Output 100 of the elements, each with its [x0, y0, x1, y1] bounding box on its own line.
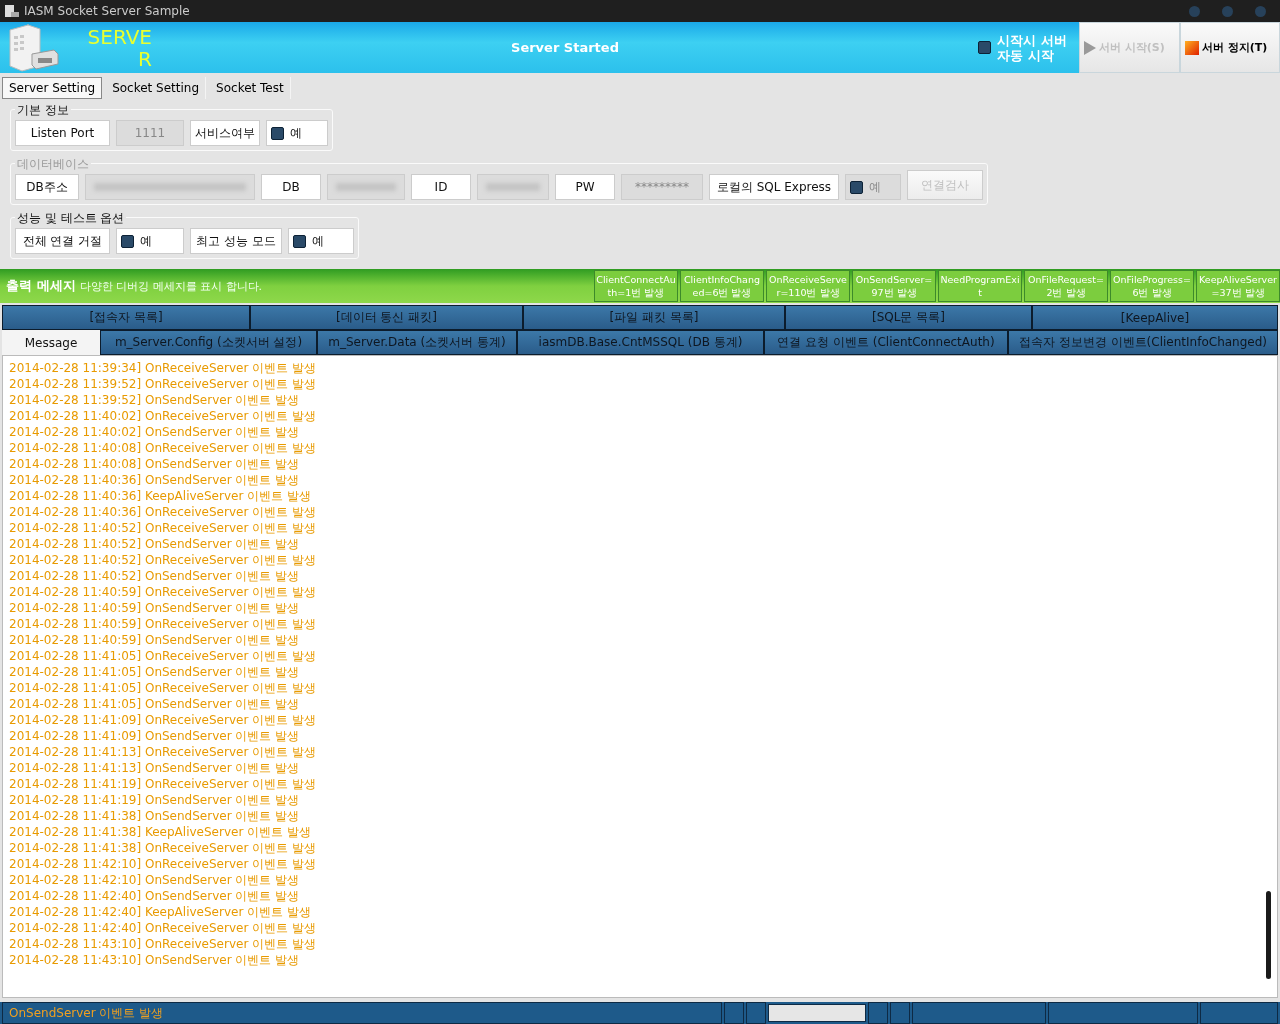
stop-server-button[interactable]: 서버 정지(T) — [1180, 22, 1280, 73]
event-counter: KeepAliveServer=37번 발생 — [1196, 270, 1280, 302]
status-panel — [868, 1002, 888, 1024]
tab[interactable]: [파일 패킷 목록] — [523, 305, 785, 330]
maximize-button[interactable] — [1222, 5, 1233, 17]
log-line: 2014-02-28 11:40:36] OnSendServer 이벤트 발생 — [9, 472, 301, 488]
log-line: 2014-02-28 11:41:05] OnSendServer 이벤트 발생 — [9, 664, 301, 680]
log-line: 2014-02-28 11:42:40] KeepAliveServer 이벤트 발생 — [9, 904, 312, 920]
tab[interactable]: [접속자 목록] — [2, 305, 250, 330]
log-line: 2014-02-28 11:41:19] OnSendServer 이벤트 발생 — [9, 792, 301, 808]
blurred-field[interactable] — [477, 174, 549, 200]
log-line: 2014-02-28 11:40:36] KeepAliveServer 이벤트 발생 — [9, 488, 312, 504]
log-line: 2014-02-28 11:40:08] OnReceiveServer 이벤트 발생 — [9, 440, 317, 456]
checkbox-label: 시작시 서버 자동 시작 — [997, 32, 1068, 63]
output-subtitle: 다양한 디버깅 메세지를 표시 합니다. — [79, 278, 263, 294]
event-counter: ClientConnectAuth=1번 발생 — [594, 270, 678, 302]
checkbox[interactable] — [121, 234, 134, 248]
log-line: 2014-02-28 11:40:02] OnSendServer 이벤트 발생 — [9, 424, 301, 440]
field-label: 서비스여부 — [190, 120, 260, 146]
status-panel — [724, 1002, 744, 1024]
window-title: IASM Socket Server Sample — [24, 4, 190, 18]
checkbox-label: 예 — [869, 178, 881, 196]
field-label: DB주소 — [15, 174, 79, 200]
tab[interactable]: 연결 요청 이벤트 (ClientConnectAuth) — [764, 330, 1008, 355]
log-line: 2014-02-28 11:41:38] OnReceiveServer 이벤트 발생 — [9, 840, 317, 856]
output-title: 출력 메세지 — [6, 277, 76, 295]
log-line: 2014-02-28 11:41:05] OnSendServer 이벤트 발생 — [9, 696, 301, 712]
log-line: 2014-02-28 11:42:10] OnReceiveServer 이벤트 발생 — [9, 856, 317, 872]
blurred-field[interactable] — [327, 174, 405, 200]
tab[interactable]: Socket Setting — [106, 77, 207, 99]
scrollbar-thumb[interactable] — [1266, 891, 1271, 979]
minimize-button[interactable] — [1189, 5, 1200, 17]
tab[interactable]: Server Setting — [2, 77, 103, 99]
tab[interactable]: [데이터 통신 패킷] — [250, 305, 523, 330]
tab[interactable]: iasmDB.Base.CntMSSQL (DB 통계) — [517, 330, 764, 355]
log-line: 2014-02-28 11:40:52] OnReceiveServer 이벤트 발생 — [9, 520, 317, 536]
log-line: 2014-02-28 11:42:40] OnReceiveServer 이벤트 발생 — [9, 920, 317, 936]
server-status: Server Started — [510, 40, 620, 55]
tab[interactable]: Message — [2, 330, 100, 355]
app-icon — [4, 4, 20, 18]
field-label: 최고 성능 모드 — [190, 228, 282, 254]
log-line: 2014-02-28 11:41:38] OnSendServer 이벤트 발생 — [9, 808, 301, 824]
field-label: 전체 연결 거절 — [15, 228, 110, 254]
checkbox[interactable] — [271, 126, 284, 140]
server-icon — [6, 23, 60, 72]
field-label: PW — [555, 174, 615, 200]
status-panel — [890, 1002, 910, 1024]
log-line: 2014-02-28 11:41:19] OnReceiveServer 이벤트 발생 — [9, 776, 317, 792]
log-line: 2014-02-28 11:40:52] OnSendServer 이벤트 발생 — [9, 536, 301, 552]
tab[interactable]: [SQL문 목록] — [785, 305, 1032, 330]
log-line: 2014-02-28 11:40:08] OnSendServer 이벤트 발생 — [9, 456, 301, 472]
event-counter: NeedProgramExit — [938, 270, 1022, 302]
checkbox[interactable] — [978, 41, 991, 54]
log-line: 2014-02-28 11:42:10] OnSendServer 이벤트 발생 — [9, 872, 301, 888]
log-line: 2014-02-28 11:39:52] OnReceiveServer 이벤트 발생 — [9, 376, 317, 392]
tab[interactable]: m_Server.Data (소켓서버 통계) — [317, 330, 517, 355]
log-line: 2014-02-28 11:40:02] OnReceiveServer 이벤트 발생 — [9, 408, 317, 424]
log-line: 2014-02-28 11:41:05] OnReceiveServer 이벤트 발생 — [9, 648, 317, 664]
tab[interactable]: Socket Test — [210, 77, 291, 99]
tab[interactable]: m_Server.Config (소켓서버 설정) — [100, 330, 317, 355]
checkbox-label: 예 — [290, 124, 302, 142]
status-panel — [746, 1002, 766, 1024]
field-label: ID — [411, 174, 471, 200]
tab[interactable]: [KeepAlive] — [1032, 305, 1278, 330]
input-field[interactable]: 1111 — [116, 120, 184, 146]
event-counter: ClientInfoChanged=6번 발생 — [680, 270, 764, 302]
group-title: 성능 및 테스트 옵션 — [15, 210, 127, 227]
log-line: 2014-02-28 11:41:09] OnSendServer 이벤트 발생 — [9, 728, 301, 744]
checkbox[interactable] — [293, 234, 306, 248]
log-line: 2014-02-28 11:40:52] OnSendServer 이벤트 발생 — [9, 568, 301, 584]
group-title: 데이터베이스 — [15, 156, 91, 173]
event-counter: OnReceiveServer=110번 발생 — [766, 270, 850, 302]
stop-icon — [1185, 40, 1199, 55]
log-line: 2014-02-28 11:41:05] OnReceiveServer 이벤트 발생 — [9, 680, 317, 696]
blurred-field[interactable] — [85, 174, 255, 200]
log-line: 2014-02-28 11:41:09] OnReceiveServer 이벤트 발생 — [9, 712, 317, 728]
play-icon — [1084, 40, 1096, 55]
checkbox-label: 예 — [312, 232, 324, 250]
log-line: 2014-02-28 11:39:52] OnSendServer 이벤트 발생 — [9, 392, 301, 408]
status-message: OnSendServer 이벤트 발생 — [2, 1002, 722, 1024]
log-line: 2014-02-28 11:40:36] OnReceiveServer 이벤트 발생 — [9, 504, 317, 520]
event-counter: OnFileRequest=2번 발생 — [1024, 270, 1108, 302]
log-line: 2014-02-28 11:43:10] OnSendServer 이벤트 발생 — [9, 952, 301, 968]
tab[interactable]: 접속자 정보변경 이벤트(ClientInfoChanged) — [1008, 330, 1278, 355]
field-label: Listen Port — [15, 120, 110, 146]
logo-text: SERVER — [86, 25, 152, 70]
log-line: 2014-02-28 11:40:59] OnSendServer 이벤트 발생 — [9, 600, 301, 616]
close-button[interactable] — [1255, 5, 1266, 17]
field-label: 로컬의 SQL Express — [709, 174, 839, 200]
log-line: 2014-02-28 11:41:13] OnSendServer 이벤트 발생 — [9, 760, 301, 776]
log-line: 2014-02-28 11:40:59] OnReceiveServer 이벤트 발생 — [9, 584, 317, 600]
log-line: 2014-02-28 11:42:40] OnSendServer 이벤트 발생 — [9, 888, 301, 904]
field-label: DB — [261, 174, 321, 200]
group-title: 기본 정보 — [15, 102, 71, 119]
log-line: 2014-02-28 11:40:52] OnReceiveServer 이벤트 발생 — [9, 552, 317, 568]
log-line: 2014-02-28 11:40:59] OnReceiveServer 이벤트 발생 — [9, 616, 317, 632]
event-counter: OnSendServer=97번 발생 — [852, 270, 936, 302]
log-line: 2014-02-28 11:40:59] OnSendServer 이벤트 발생 — [9, 632, 301, 648]
event-counter: OnFileProgress=6번 발생 — [1110, 270, 1194, 302]
log-line: 2014-02-28 11:41:38] KeepAliveServer 이벤트 발생 — [9, 824, 312, 840]
